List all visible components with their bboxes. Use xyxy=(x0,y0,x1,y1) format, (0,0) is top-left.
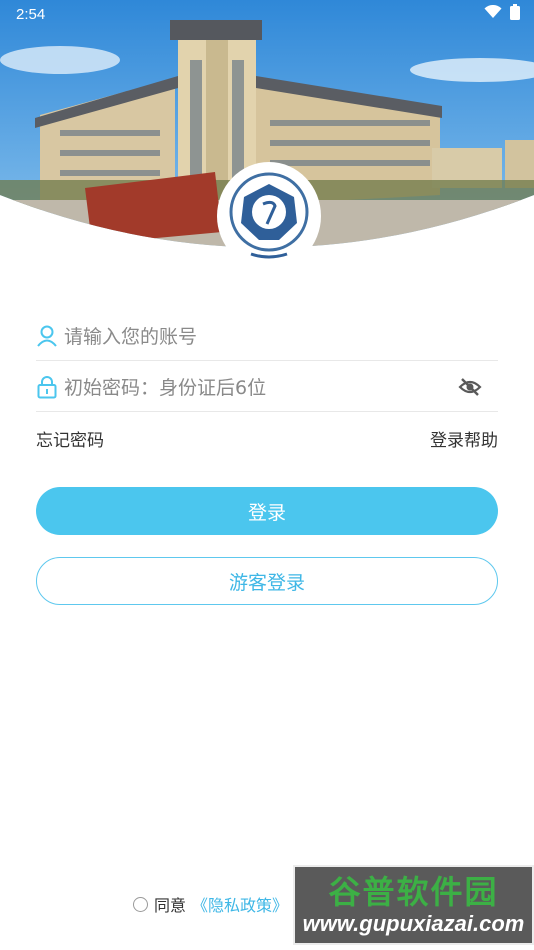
user-icon xyxy=(36,324,58,348)
login-screen: 2:54 请输入您的账号 初始密码：身份证后6位 忘记密码 登录帮助 登录 游客… xyxy=(0,0,534,950)
guest-login-button[interactable]: 游客登录 xyxy=(36,557,498,605)
watermark-title: 谷普软件园 xyxy=(328,873,499,911)
account-input[interactable]: 请输入您的账号 xyxy=(64,322,498,349)
password-field[interactable]: 初始密码：身份证后6位 xyxy=(36,362,498,412)
watermark-logo: 谷普软件园 www.gupuxiazai.com xyxy=(293,865,534,945)
password-input[interactable]: 初始密码：身份证后6位 xyxy=(64,373,456,400)
battery-icon xyxy=(510,4,520,24)
wifi-icon xyxy=(484,4,502,23)
status-time: 2:54 xyxy=(16,5,46,23)
privacy-policy-link[interactable]: 《隐私政策》 xyxy=(192,892,288,916)
account-field[interactable]: 请输入您的账号 xyxy=(36,311,498,361)
status-bar: 2:54 xyxy=(0,0,534,28)
agree-radio[interactable] xyxy=(133,896,148,912)
lock-icon xyxy=(36,375,58,399)
university-logo-icon xyxy=(215,160,323,272)
login-help-link[interactable]: 登录帮助 xyxy=(430,426,498,451)
hide-password-icon[interactable] xyxy=(456,373,484,401)
agree-prefix: 同意 xyxy=(154,896,187,915)
watermark-url: www.gupuxiazai.com xyxy=(302,911,525,936)
forgot-password-link[interactable]: 忘记密码 xyxy=(36,426,104,451)
agreement-row: 同意 《隐私政策》 和 xyxy=(133,892,310,916)
auxiliary-links: 忘记密码 登录帮助 xyxy=(36,426,498,451)
login-button[interactable]: 登录 xyxy=(36,487,498,535)
